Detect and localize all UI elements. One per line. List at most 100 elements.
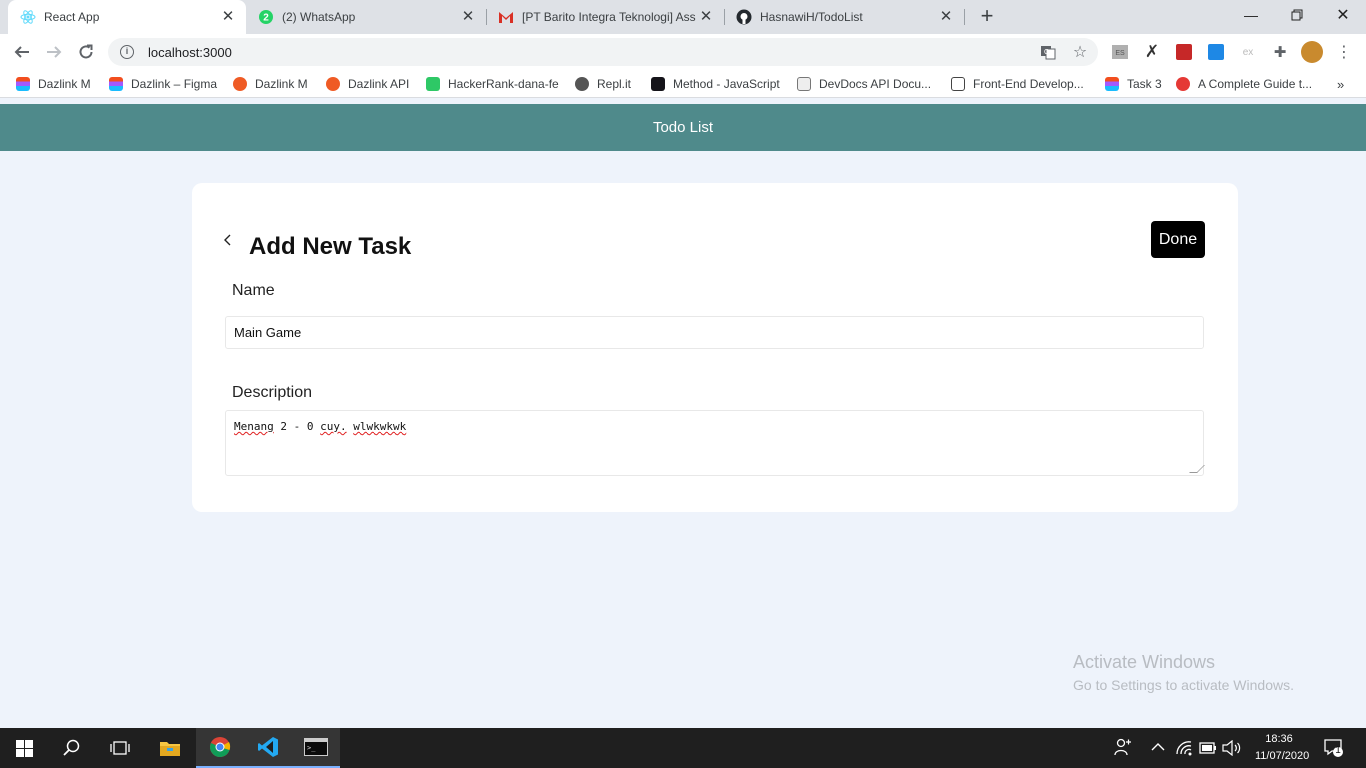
tab-react-app[interactable]: React App ✕ xyxy=(8,0,246,34)
bookmark-label: DevDocs API Docu... xyxy=(819,77,932,91)
bookmark-item[interactable]: A Complete Guide t... xyxy=(1176,75,1312,93)
volume-icon[interactable] xyxy=(1222,739,1242,759)
window-close-icon[interactable]: ✕ xyxy=(1320,0,1366,30)
kebab-menu-icon[interactable]: ⋮ xyxy=(1335,43,1353,61)
react-icon xyxy=(20,9,36,25)
terminal-icon[interactable]: >_ xyxy=(292,728,340,768)
back-chevron-icon[interactable] xyxy=(222,232,236,252)
tab-gmail[interactable]: [PT Barito Integra Teknologi] Ass ✕ xyxy=(486,0,724,34)
replit-icon xyxy=(575,77,589,91)
bookmark-label: Repl.it xyxy=(597,77,632,91)
star-icon[interactable]: ☆ xyxy=(1071,43,1089,61)
bookmark-label: Method - JavaScript xyxy=(673,77,780,91)
bookmark-item[interactable]: Task 3 xyxy=(1105,75,1162,93)
bookmark-item[interactable]: Dazlink M xyxy=(233,75,308,93)
gmail-icon xyxy=(498,9,514,25)
close-icon[interactable]: ✕ xyxy=(460,9,476,25)
bookmark-label: HackerRank-dana-fe xyxy=(448,77,559,91)
svg-text:>_: >_ xyxy=(307,744,316,752)
tab-title: (2) WhatsApp xyxy=(282,10,356,24)
tab-github[interactable]: HasnawiH/TodoList ✕ xyxy=(724,0,964,34)
description-word: 0 xyxy=(306,420,314,433)
extension-blue-icon[interactable] xyxy=(1207,43,1225,61)
tab-title: [PT Barito Integra Teknologi] Ass xyxy=(522,10,696,24)
url-text: localhost:3000 xyxy=(148,44,232,60)
forward-arrow-icon[interactable] xyxy=(42,40,66,64)
resize-handle[interactable] xyxy=(1189,465,1205,473)
chevron-up-icon[interactable] xyxy=(1151,740,1165,755)
windows-start-icon[interactable] xyxy=(0,728,48,768)
description-word: cuy. xyxy=(320,420,347,433)
description-word: Menang xyxy=(234,420,274,433)
tab-whatsapp[interactable]: 2 (2) WhatsApp ✕ xyxy=(246,0,486,34)
bookmark-item[interactable]: HackerRank-dana-fe xyxy=(426,75,559,93)
extension-red-icon[interactable] xyxy=(1175,43,1193,61)
mdn-icon xyxy=(651,77,665,91)
taskbar: >_ 1 xyxy=(0,728,1366,768)
battery-icon[interactable] xyxy=(1199,741,1217,758)
bookmark-label: Task 3 xyxy=(1127,77,1162,91)
bookmark-label: Dazlink API xyxy=(348,77,410,91)
done-button[interactable]: Done xyxy=(1151,221,1205,258)
bookmark-label: Dazlink M xyxy=(255,77,308,91)
name-input[interactable]: Main Game xyxy=(225,316,1204,349)
bookmark-item[interactable]: Front-End Develop... xyxy=(951,75,1084,93)
svg-text:2: 2 xyxy=(263,13,269,24)
more-bookmarks-icon[interactable]: » xyxy=(1337,75,1344,93)
github-icon xyxy=(736,9,752,25)
guide-icon xyxy=(1176,77,1190,91)
tab-title: React App xyxy=(44,10,100,24)
close-icon[interactable]: ✕ xyxy=(220,9,236,25)
bookmarks-bar: Dazlink M Dazlink – Figma Dazlink M Dazl… xyxy=(0,70,1366,98)
description-word: 2 xyxy=(280,420,287,433)
search-icon xyxy=(797,77,811,91)
bookmark-item[interactable]: Dazlink M xyxy=(16,75,91,93)
file-explorer-icon[interactable] xyxy=(146,728,194,768)
extension-ex-icon[interactable]: ex xyxy=(1239,43,1257,61)
minimize-icon[interactable]: — xyxy=(1228,0,1274,30)
description-label: Description xyxy=(232,384,313,401)
name-label: Name xyxy=(232,282,275,299)
info-icon[interactable]: i xyxy=(120,45,134,59)
translate-icon[interactable]: G xyxy=(1039,43,1057,61)
close-icon[interactable]: ✕ xyxy=(698,9,714,25)
bookmark-label: Front-End Develop... xyxy=(973,77,1084,91)
bookmark-item[interactable]: Dazlink – Figma xyxy=(109,75,217,93)
browser-tab-strip: React App ✕ 2 (2) WhatsApp ✕ [PT Barito … xyxy=(0,0,1366,34)
task-view-icon[interactable] xyxy=(96,728,144,768)
back-arrow-icon[interactable] xyxy=(10,40,34,64)
notification-icon[interactable]: 1 xyxy=(1324,738,1344,761)
bookmark-item[interactable]: Method - JavaScript xyxy=(651,75,780,93)
hackerrank-icon xyxy=(426,77,440,91)
tab-title: HasnawiH/TodoList xyxy=(760,10,863,24)
bookmark-item[interactable]: Dazlink API xyxy=(326,75,409,93)
clock-time: 18:36 xyxy=(1265,733,1293,745)
app-title: Todo List xyxy=(652,119,714,136)
description-textarea[interactable]: Menang 2 - 0 cuy. wlwkwkwk xyxy=(225,410,1205,476)
clock-date: 11/07/2020 xyxy=(1255,750,1310,762)
book-icon xyxy=(951,77,965,91)
bookmark-label: A Complete Guide t... xyxy=(1198,77,1313,91)
people-icon[interactable] xyxy=(1114,738,1132,759)
system-clock[interactable]: 18:36 11/07/2020 xyxy=(1255,731,1310,765)
postman-icon xyxy=(233,77,247,91)
reload-icon[interactable] xyxy=(74,40,98,64)
avatar[interactable] xyxy=(1301,41,1323,63)
svg-text:G: G xyxy=(1044,49,1049,56)
search-icon[interactable] xyxy=(48,728,96,768)
address-bar[interactable]: i localhost:3000 xyxy=(108,38,1098,66)
network-icon[interactable] xyxy=(1175,740,1193,759)
puzzle-icon[interactable]: ✚ xyxy=(1271,43,1289,61)
vscode-icon[interactable] xyxy=(244,728,292,768)
chrome-icon[interactable] xyxy=(196,728,244,768)
extension-es-icon[interactable]: ES xyxy=(1111,43,1129,61)
close-icon[interactable]: ✕ xyxy=(938,9,954,25)
bookmark-item[interactable]: DevDocs API Docu... xyxy=(797,75,931,93)
notification-count: 1 xyxy=(1335,745,1341,756)
new-tab-button[interactable]: + xyxy=(976,5,998,28)
restore-icon[interactable] xyxy=(1274,0,1320,30)
extension-x-icon[interactable]: ✗ xyxy=(1143,42,1161,61)
activate-windows-subtitle: Go to Settings to activate Windows. xyxy=(1073,677,1294,693)
bookmark-item[interactable]: Repl.it xyxy=(575,75,631,93)
whatsapp-icon: 2 xyxy=(258,9,274,25)
